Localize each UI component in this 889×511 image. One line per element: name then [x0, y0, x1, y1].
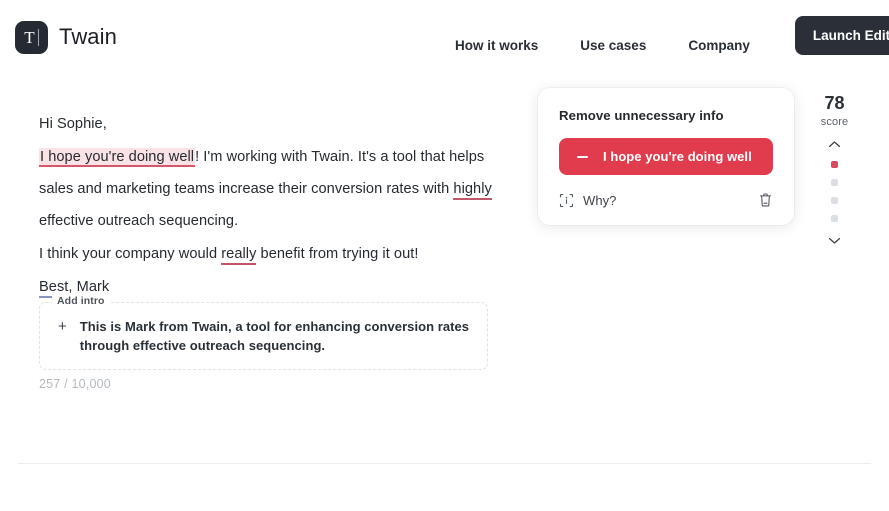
minus-icon — [577, 155, 588, 158]
suggestion-indicators — [831, 161, 838, 222]
highlight-word-highly[interactable]: highly — [453, 181, 492, 200]
chevron-up-icon[interactable] — [827, 140, 842, 149]
email-greeting: Hi Sophie, — [39, 116, 107, 132]
email-paragraph-2: I think your company would really benefi… — [39, 238, 499, 270]
suggestion-indicator-2[interactable] — [831, 179, 838, 186]
add-intro-card[interactable]: Add intro + This is Mark from Twain, a t… — [39, 295, 488, 370]
text-cursor-icon — [37, 28, 39, 46]
suggestion-footer: Why? — [559, 192, 773, 208]
paragraph-2-before: I think your company would — [39, 246, 222, 262]
twain-logo-icon: T — [15, 20, 48, 54]
signoff-rest: , Mark — [68, 279, 110, 295]
chevron-down-icon[interactable] — [827, 236, 842, 245]
apply-suggestion-button[interactable]: I hope you're doing well — [559, 138, 773, 175]
email-paragraph-1: I hope you're doing well! I'm working wi… — [39, 141, 499, 237]
character-counter: 257 / 10,000 — [39, 377, 111, 391]
why-button[interactable]: Why? — [559, 193, 616, 208]
site-header: T Twain How it works Use cases Company L… — [0, 0, 889, 74]
score-panel: 78 score — [806, 93, 863, 245]
score-value: 78 — [824, 93, 845, 113]
paragraph-2-after: benefit from trying it out! — [256, 246, 419, 262]
nav-item-how-it-works[interactable]: How it works — [455, 38, 538, 53]
paragraph-1-tail: effective outreach sequencing. — [39, 213, 239, 229]
trash-icon — [759, 193, 772, 207]
nav-item-use-cases[interactable]: Use cases — [580, 38, 646, 53]
plus-icon[interactable]: + — [58, 317, 67, 336]
why-label: Why? — [583, 192, 617, 208]
add-intro-suggestion-text: This is Mark from Twain, a tool for enha… — [79, 319, 470, 353]
brand-logo[interactable]: T Twain — [15, 20, 117, 54]
logo-letter: T — [24, 27, 35, 47]
main-nav: How it works Use cases Company Launch Ed… — [455, 16, 889, 65]
score-label: score — [820, 116, 849, 128]
highlight-word-really[interactable]: really — [221, 246, 257, 265]
info-scan-icon — [559, 193, 574, 207]
nav-item-company[interactable]: Company — [688, 38, 750, 53]
add-intro-label: Add intro — [52, 295, 110, 307]
highlight-remove-unnecessary-info[interactable]: I hope you're doing well — [39, 148, 196, 167]
add-intro-row: + This is Mark from Twain, a tool for en… — [58, 317, 471, 355]
email-editor[interactable]: Hi Sophie, I hope you're doing well! I'm… — [39, 108, 499, 303]
suggestion-indicator-3[interactable] — [831, 197, 838, 204]
bottom-divider — [18, 463, 871, 464]
dismiss-suggestion-button[interactable] — [758, 192, 773, 208]
launch-editor-button[interactable]: Launch Editor — [794, 16, 889, 55]
suggestion-card: Remove unnecessary info I hope you're do… — [538, 88, 794, 225]
suggestion-indicator-1[interactable] — [831, 161, 838, 168]
brand-name: Twain — [59, 24, 117, 49]
apply-suggestion-label: I hope you're doing well — [603, 149, 752, 164]
suggestion-title: Remove unnecessary info — [559, 108, 724, 123]
suggestion-indicator-4[interactable] — [831, 215, 838, 222]
